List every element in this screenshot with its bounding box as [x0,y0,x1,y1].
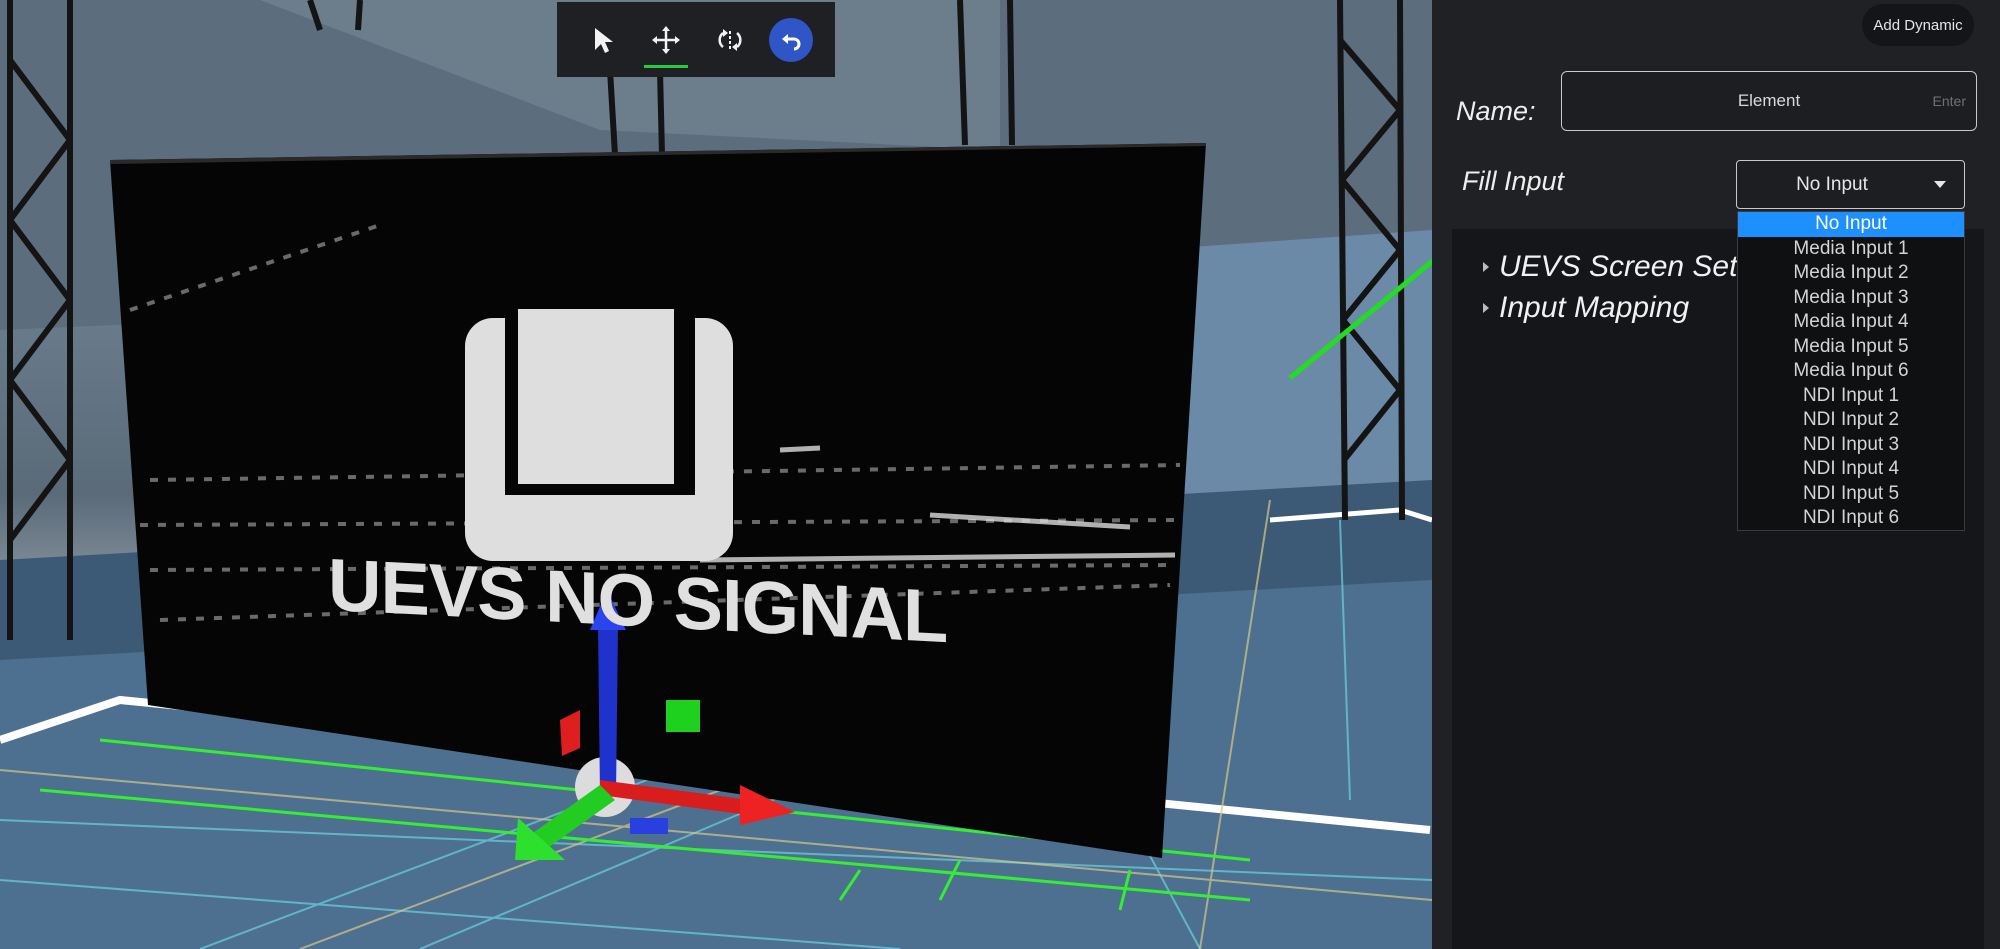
option-media-input-3[interactable]: Media Input 3 [1738,286,1964,311]
name-input[interactable]: Element Enter [1561,71,1977,131]
option-media-input-4[interactable]: Media Input 4 [1738,310,1964,335]
name-input-hint: Enter [1932,93,1966,109]
option-media-input-6[interactable]: Media Input 6 [1738,359,1964,384]
name-label: Name: [1456,96,1536,126]
expand-arrow-icon[interactable] [1483,262,1489,272]
fill-input-value: No Input [1796,174,1868,195]
move-arrows-icon [652,25,681,54]
select-arrow-icon [594,27,613,53]
stage-scene [0,0,1432,949]
expand-arrow-icon[interactable] [1483,303,1489,313]
tree-item-uevs-screen-settings[interactable]: UEVS Screen Setti [1483,250,1752,284]
rotate-icon [718,28,742,51]
fill-input-select[interactable]: No Input [1736,160,1965,209]
transform-toolbar [557,2,835,77]
name-input-value: Element [1737,91,1801,110]
option-ndi-input-2[interactable]: NDI Input 2 [1738,408,1964,433]
tree-item-label: UEVS Screen Setti [1499,250,1753,283]
rotate-tool-button[interactable] [706,16,754,64]
tree-item-label: Input Mapping [1499,291,1690,324]
option-ndi-input-6[interactable]: NDI Input 6 [1738,506,1964,531]
fill-input-label: Fill Input [1462,166,1565,196]
undo-button[interactable] [769,17,814,62]
add-dynamic-button[interactable]: Add Dynamic [1862,4,1974,46]
option-media-input-1[interactable]: Media Input 1 [1738,237,1964,262]
option-ndi-input-5[interactable]: NDI Input 5 [1738,482,1964,507]
tree-item-input-mapping[interactable]: Input Mapping [1483,291,1689,325]
option-media-input-2[interactable]: Media Input 2 [1738,261,1964,286]
select-tool-button[interactable] [579,16,627,64]
undo-icon [782,33,801,50]
option-ndi-input-3[interactable]: NDI Input 3 [1738,433,1964,458]
option-no-input[interactable]: No Input [1738,212,1964,237]
option-media-input-5[interactable]: Media Input 5 [1738,335,1964,360]
fill-input-dropdown-list: No Input Media Input 1 Media Input 2 Med… [1737,211,1965,531]
move-tool-button[interactable] [642,16,690,68]
viewport-3d[interactable]: UEVS NO SIGNAL [0,0,1432,949]
chevron-down-icon [1934,181,1946,188]
option-ndi-input-4[interactable]: NDI Input 4 [1738,457,1964,482]
option-ndi-input-1[interactable]: NDI Input 1 [1738,384,1964,409]
